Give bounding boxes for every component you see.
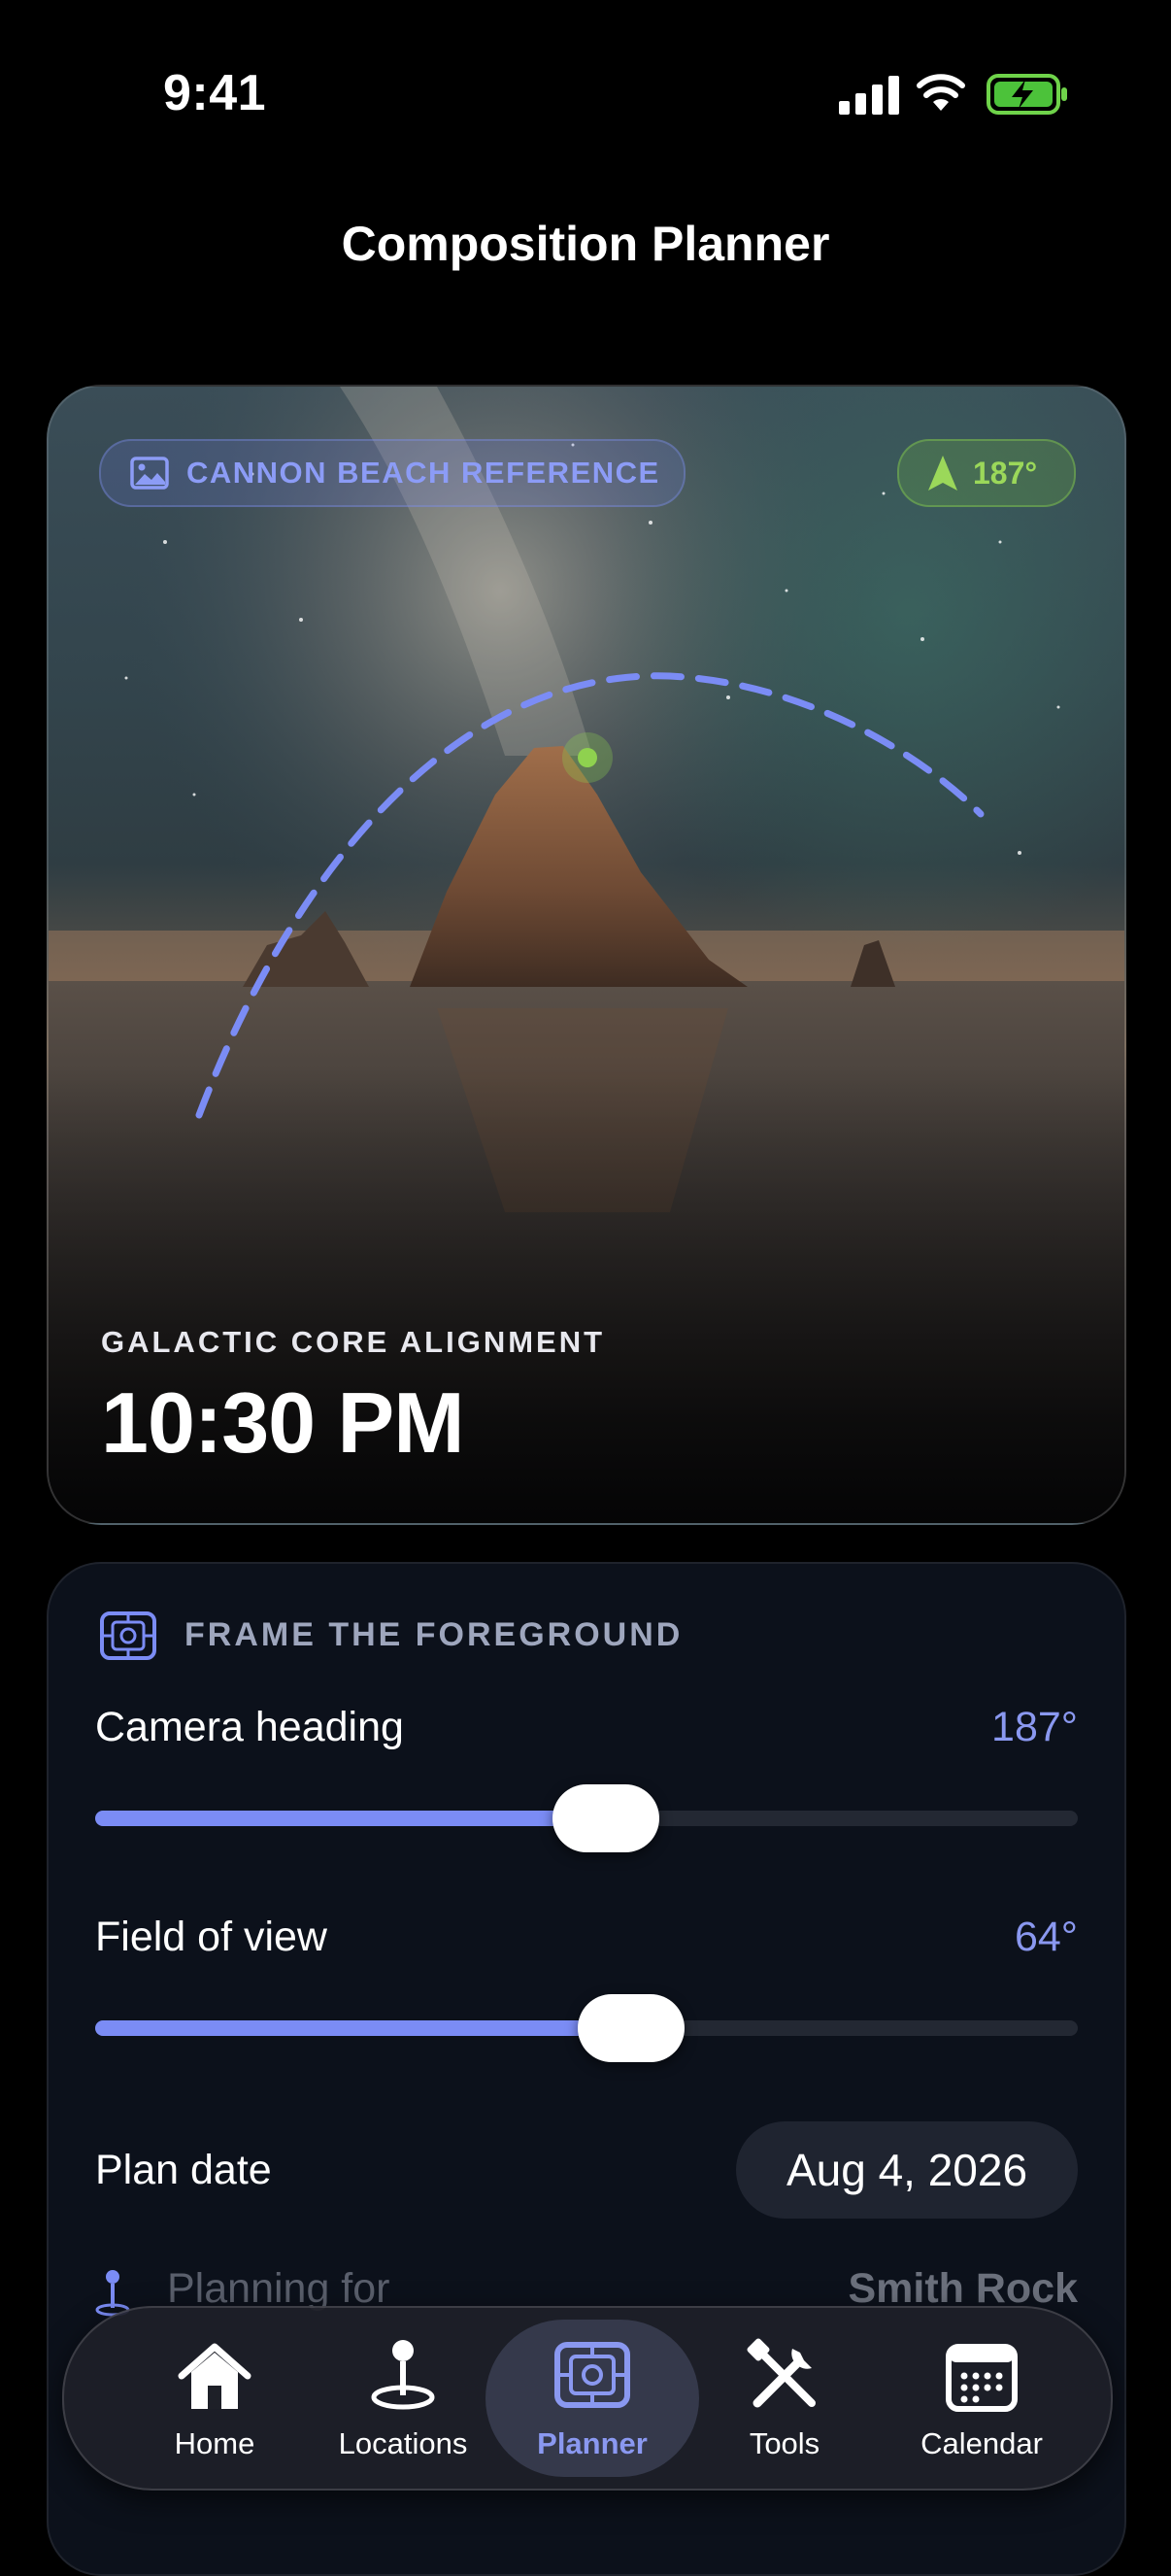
tab-label: Tools	[749, 2426, 820, 2460]
plan-date-label: Plan date	[95, 2147, 272, 2193]
location-pin-icon	[371, 2340, 435, 2410]
reference-badge-label: CANNON BEACH REFERENCE	[186, 456, 660, 490]
field-of-view-value: 64°	[1014, 1914, 1078, 1960]
camera-heading-label: Camera heading	[95, 1704, 404, 1750]
tab-label: Planner	[537, 2426, 648, 2460]
house-icon	[178, 2343, 251, 2409]
status-time: 9:41	[163, 65, 267, 121]
camera-heading-slider[interactable]	[95, 1784, 1078, 1852]
slider-thumb[interactable]	[577, 1994, 685, 2062]
tab-locations[interactable]: Locations	[301, 2308, 505, 2489]
viewfinder-icon	[554, 2342, 630, 2408]
calendar-icon	[946, 2344, 1018, 2412]
reference-photo-card[interactable]: CANNON BEACH REFERENCE 187° GALACTIC COR…	[47, 385, 1126, 1525]
battery-charging-icon	[987, 74, 1067, 115]
tab-home[interactable]: Home	[113, 2308, 317, 2489]
tools-icon	[747, 2338, 816, 2408]
alignment-time: 10:30 PM	[101, 1374, 465, 1471]
cellular-signal-icon	[839, 76, 899, 115]
field-of-view-slider[interactable]	[95, 1994, 1078, 2062]
tab-label: Calendar	[920, 2426, 1043, 2460]
plan-date-picker[interactable]: Aug 4, 2026	[736, 2121, 1078, 2219]
field-of-view-label: Field of view	[95, 1914, 327, 1960]
reference-badge[interactable]: CANNON BEACH REFERENCE	[99, 439, 686, 507]
photo-icon	[130, 457, 169, 490]
tab-calendar[interactable]: Calendar	[880, 2308, 1084, 2489]
tab-label: Home	[174, 2426, 255, 2460]
tab-bar: Home Locations Planner Tools Calendar	[62, 2306, 1113, 2491]
tab-planner[interactable]: Planner	[490, 2308, 694, 2489]
location-arrow-icon	[928, 456, 957, 491]
slider-fill	[95, 2020, 631, 2036]
viewfinder-icon	[100, 1611, 156, 1660]
slider-thumb[interactable]	[552, 1784, 660, 1852]
slider-fill	[95, 1811, 607, 1826]
camera-heading-value: 187°	[991, 1704, 1078, 1750]
heading-badge-value: 187°	[973, 455, 1038, 491]
section-title: FRAME THE FOREGROUND	[184, 1616, 684, 1653]
heading-badge: 187°	[897, 439, 1076, 507]
tab-label: Locations	[338, 2426, 468, 2460]
tab-tools[interactable]: Tools	[683, 2308, 887, 2489]
alignment-label: GALACTIC CORE ALIGNMENT	[101, 1325, 606, 1359]
wifi-icon	[917, 74, 965, 111]
page-title: Composition Planner	[341, 217, 830, 271]
